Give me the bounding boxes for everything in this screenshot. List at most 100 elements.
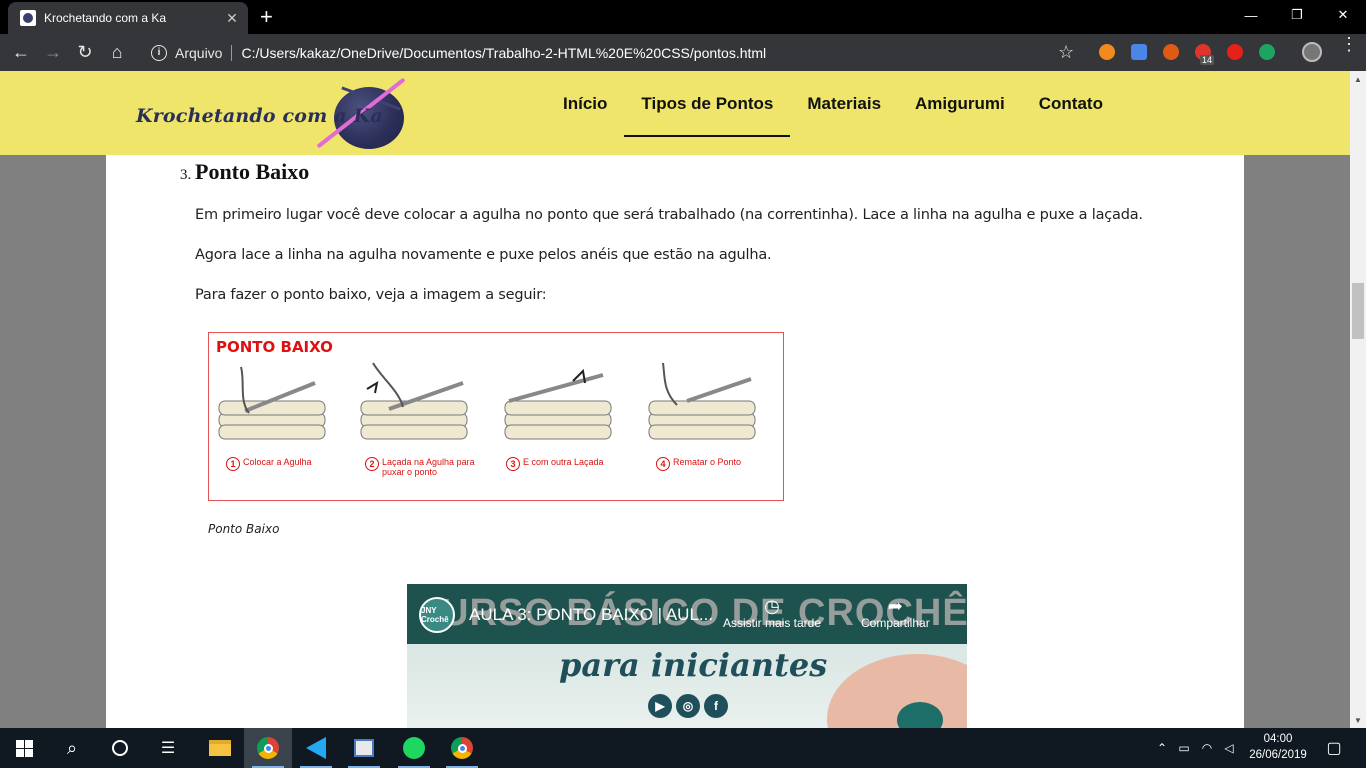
spotify-icon[interactable] [390,728,438,768]
main-nav: Início Tipos de Pontos Materiais Amiguru… [546,71,1120,155]
scrollbar-thumb[interactable] [1352,283,1364,339]
info-icon[interactable]: i [151,44,167,61]
forward-arrow-icon[interactable]: → [37,37,69,69]
browser-toolbar: ← → ↻ ⌂ i Arquivo C:/Users/kakaz/OneDriv… [0,34,1366,71]
ponto-baixo-illustration: PONTO BAIXO 1 Colocar a Agulha 2 Laçada … [208,332,784,501]
google-translate-icon[interactable] [1131,44,1147,60]
favicon-icon [20,10,36,26]
reload-icon[interactable]: ↻ [69,37,101,69]
window-controls: — ❐ ✕ [1228,0,1366,30]
youtube-icon: ▶ [648,694,672,718]
figure-step-caption: 1 Colocar a Agulha [226,457,312,471]
browser-tab[interactable]: Krochetando com a Ka ✕ [8,2,248,34]
clock-time: 04:00 [1263,733,1293,745]
figure-step-text: E com outra Laçada [523,457,604,467]
clock-icon: ◷ [764,596,780,616]
social-icons: ▶ ◎ f [648,694,728,718]
chrome-icon[interactable] [438,728,486,768]
watch-later-label: Assistir mais tarde [723,616,822,630]
cortana-icon[interactable] [96,728,144,768]
figure-step-text: Colocar a Agulha [243,457,312,467]
crochet-step-3-illustration [504,368,612,440]
browser-tab-strip: Krochetando com a Ka ✕ + — ❐ ✕ [0,0,1366,34]
channel-avatar[interactable]: JNY Crochê [419,597,455,633]
nav-item-contato[interactable]: Contato [1022,71,1120,137]
nav-item-materiais[interactable]: Materiais [790,71,898,137]
windows-start-icon[interactable] [0,728,48,768]
share-button[interactable]: ➦ Compartilhar [861,596,930,630]
scroll-up-arrow-icon[interactable]: ▲ [1350,71,1366,87]
new-tab-button[interactable]: + [260,6,273,28]
green-extension-icon[interactable] [1259,44,1275,60]
step-title: Ponto Baixo [195,159,310,184]
chevron-up-icon[interactable]: ⌃ [1152,741,1172,755]
step-number-badge: 3 [506,457,520,471]
nav-item-inicio[interactable]: Início [546,71,624,137]
clock-date: 26/06/2019 [1249,749,1307,761]
nav-item-tipos-de-pontos[interactable]: Tipos de Pontos [624,71,791,137]
address-bar[interactable]: i Arquivo C:/Users/kakaz/OneDrive/Docume… [140,38,1090,67]
search-icon[interactable]: ⌕ [48,728,96,768]
nav-item-amigurumi[interactable]: Amigurumi [898,71,1022,137]
figure-step-text: Rematar o Ponto [673,457,742,467]
fox-icon[interactable] [1163,44,1179,60]
url-separator [231,44,233,61]
site-logo[interactable]: Krochetando com a Ka [136,77,416,153]
facebook-icon: f [704,694,728,718]
battery-icon[interactable]: ▭ [1172,741,1196,755]
url-text[interactable]: C:/Users/kakaz/OneDrive/Documentos/Traba… [241,45,766,61]
watch-later-button[interactable]: ◷ Assistir mais tarde [723,596,821,630]
close-window-button[interactable]: ✕ [1320,0,1366,30]
windows-taskbar: ⌕ ☰ ⌃ ▭ ◠ ◁ 04:00 26/06/2019 ▢ [0,728,1366,768]
tab-close-icon[interactable]: ✕ [224,10,240,27]
paragraph: Em primeiro lugar você deve colocar a ag… [195,207,1143,223]
page-viewport: Krochetando com a Ka Início Tipos de Pon… [0,71,1350,728]
volume-icon[interactable]: ◁ [1218,741,1240,755]
figure-step-caption: 2 Laçada na Agulha para puxar o ponto [365,457,475,477]
profile-avatar[interactable] [1302,42,1322,62]
paragraph: Para fazer o ponto baixo, veja a imagem … [195,287,547,303]
url-scheme-label: Arquivo [175,44,223,61]
back-arrow-icon[interactable]: ← [5,37,37,69]
home-icon[interactable]: ⌂ [101,37,133,69]
video-subtitle: para iniciantes [559,646,828,684]
minimize-button[interactable]: — [1228,0,1274,30]
step-number-badge: 2 [365,457,379,471]
page-scrollbar[interactable]: ▲ ▼ [1350,71,1366,728]
bookmark-star-icon[interactable]: ☆ [1058,42,1074,63]
crochet-step-1-illustration [218,366,326,440]
vscode-icon[interactable] [292,728,340,768]
figure-title: PONTO BAIXO [216,338,333,356]
share-label: Compartilhar [861,616,930,630]
crochet-step-4-illustration [648,362,756,440]
taskbar-clock[interactable]: 04:00 26/06/2019 [1248,731,1308,763]
wifi-icon[interactable]: ◠ [1196,741,1218,755]
share-arrow-icon: ➦ [887,596,903,616]
youtube-icon[interactable] [1227,44,1243,60]
figure-step-caption: 4 Rematar o Ponto [656,457,741,471]
play-circle-icon[interactable] [1099,44,1115,60]
restore-button[interactable]: ❐ [1274,0,1320,30]
step-number-badge: 4 [656,457,670,471]
scroll-down-arrow-icon[interactable]: ▼ [1350,712,1366,728]
tab-title: Krochetando com a Ka [44,11,167,25]
site-header: Krochetando com a Ka Início Tipos de Pon… [0,71,1350,155]
figure-step-text: Laçada na Agulha para puxar o ponto [382,457,475,477]
figure-step-caption: 3 E com outra Laçada [506,457,604,471]
youtube-video-embed[interactable]: URSO BÁSICO DE CROCHÊ JNY Crochê AULA 3:… [407,584,967,728]
crochet-step-2-illustration [360,362,468,440]
system-tray: ⌃ ▭ ◠ ◁ [1152,728,1240,768]
task-view-icon[interactable]: ☰ [144,728,192,768]
paragraph: Agora lace a linha na agulha novamente e… [195,247,772,263]
figure-caption: Ponto Baixo [208,522,280,536]
chrome-icon[interactable] [244,728,292,768]
photos-icon[interactable] [340,728,388,768]
menu-dots-icon[interactable]: ⋮ [1340,35,1358,53]
step-number-badge: 1 [226,457,240,471]
logo-text: Krochetando com a Ka [136,105,383,127]
file-explorer-icon[interactable] [196,728,244,768]
main-content: 3. Ponto Baixo Em primeiro lugar você de… [106,155,1244,728]
notifications-icon[interactable]: ▢ [1310,728,1358,768]
video-title[interactable]: AULA 3: PONTO BAIXO | AUL... [469,605,713,625]
step-heading: 3. Ponto Baixo [180,159,309,185]
